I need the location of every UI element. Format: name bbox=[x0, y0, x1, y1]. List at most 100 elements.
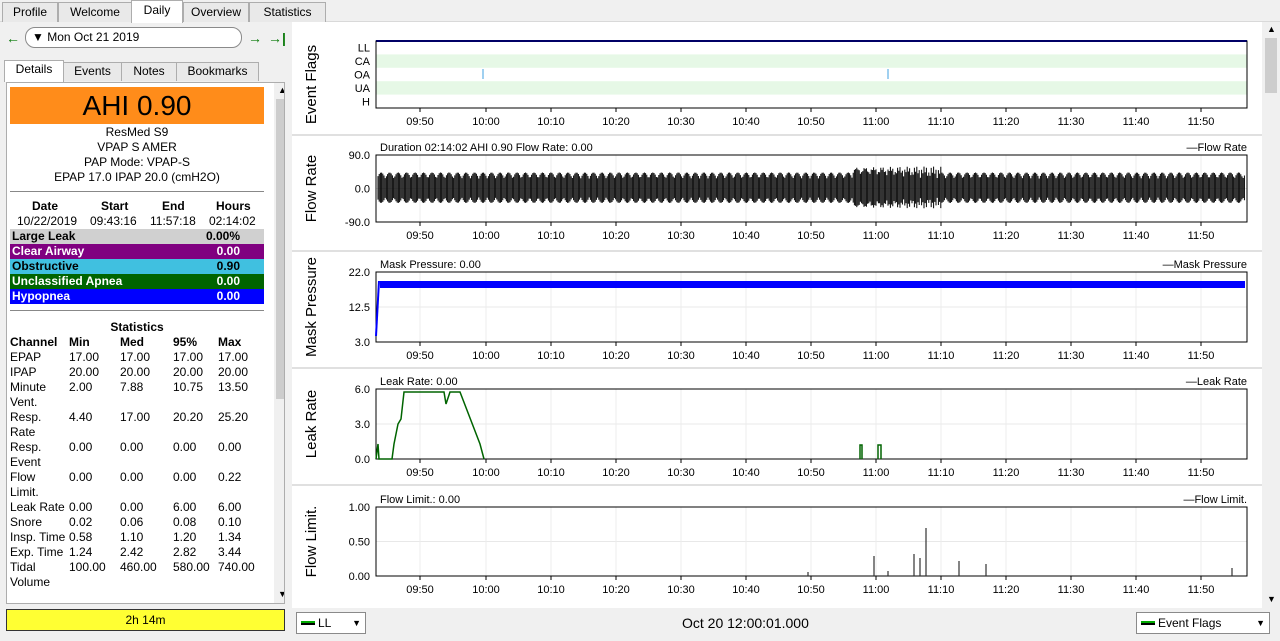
event-band bbox=[376, 81, 1247, 95]
scroll-thumb[interactable] bbox=[276, 99, 284, 399]
x-tick-label: 11:20 bbox=[993, 467, 1020, 479]
stats-cell: 17.00 bbox=[173, 350, 204, 364]
x-tick-label: 09:50 bbox=[406, 230, 434, 242]
x-tick-label: 10:30 bbox=[667, 116, 695, 128]
x-tick-label: 10:40 bbox=[732, 350, 760, 362]
x-tick-label: 11:00 bbox=[863, 350, 890, 362]
tab-daily[interactable]: Daily bbox=[131, 0, 183, 23]
stats-cell: 2.00 bbox=[69, 380, 93, 394]
scroll-up-icon[interactable]: ▲ bbox=[1267, 24, 1276, 34]
date-label: Mon Oct 21 2019 bbox=[47, 30, 140, 44]
stats-cell: 0.00 bbox=[120, 470, 144, 484]
details-scrollbar[interactable]: ▲ ▼ bbox=[274, 83, 284, 603]
cursor-timestamp: Oct 20 12:00:01.000 bbox=[682, 615, 809, 631]
graphs-scrollbar[interactable]: ▲ ▼ bbox=[1262, 22, 1280, 608]
stats-cell: Event bbox=[10, 455, 41, 469]
tab-profile[interactable]: Profile bbox=[2, 2, 58, 22]
tab-welcome[interactable]: Welcome bbox=[58, 2, 132, 22]
x-tick-label: 10:00 bbox=[472, 467, 500, 479]
x-tick-label: 11:20 bbox=[993, 116, 1020, 128]
scroll-up-icon[interactable]: ▲ bbox=[278, 85, 284, 95]
dropdown-arrow-icon: ▼ bbox=[32, 30, 44, 44]
stats-cell: 0.00 bbox=[173, 440, 197, 454]
y-tick-label: 0.50 bbox=[349, 537, 370, 549]
y-tick-label: 0.0 bbox=[355, 184, 370, 196]
x-tick-label: 10:50 bbox=[797, 230, 825, 242]
graph-info: Leak Rate: 0.00 bbox=[380, 376, 458, 388]
color-swatch-icon bbox=[301, 621, 315, 625]
x-tick-label: 10:30 bbox=[667, 230, 695, 242]
subtab-details[interactable]: Details bbox=[4, 60, 64, 82]
divider bbox=[10, 310, 264, 311]
x-tick-label: 10:00 bbox=[472, 116, 500, 128]
stats-cell: 25.20 bbox=[218, 410, 249, 424]
prev-day-button[interactable]: ← bbox=[6, 30, 20, 46]
scroll-thumb[interactable] bbox=[1265, 38, 1277, 93]
statistics-title: Statistics bbox=[110, 320, 164, 334]
stats-cell: 7.88 bbox=[120, 380, 144, 394]
y-tick-label: 22.0 bbox=[349, 267, 370, 279]
x-tick-label: 11:50 bbox=[1188, 116, 1215, 128]
session-end: 11:57:18 bbox=[150, 214, 196, 228]
stats-cell: 17.00 bbox=[218, 350, 249, 364]
x-tick-label: 11:40 bbox=[1123, 584, 1150, 596]
stats-cell: 0.10 bbox=[218, 515, 242, 529]
y-tick-label: 3.0 bbox=[355, 337, 370, 349]
x-tick-label: 11:00 bbox=[863, 584, 890, 596]
stats-cell: Vent. bbox=[10, 395, 38, 409]
stats-header: Med bbox=[120, 335, 144, 349]
x-tick-label: 09:50 bbox=[406, 467, 434, 479]
x-tick-label: 10:00 bbox=[472, 230, 500, 242]
session-date: 10/22/2019 bbox=[17, 214, 78, 228]
date-selector[interactable]: ▼ Mon Oct 21 2019 bbox=[25, 27, 242, 48]
y-tick-label: 12.5 bbox=[349, 302, 370, 314]
session-header-end: End bbox=[162, 199, 185, 213]
x-tick-label: 11:00 bbox=[863, 116, 890, 128]
stats-cell: 0.22 bbox=[218, 470, 242, 484]
stats-cell: 580.00 bbox=[173, 560, 210, 574]
graph-legend: —Leak Rate bbox=[1186, 376, 1247, 388]
stats-cell: Volume bbox=[10, 575, 51, 589]
stats-cell: 6.00 bbox=[173, 500, 197, 514]
stats-cell: 2.82 bbox=[173, 545, 197, 559]
color-swatch-icon bbox=[1141, 621, 1155, 625]
stats-cell: 1.34 bbox=[218, 530, 242, 544]
x-tick-label: 10:50 bbox=[797, 116, 825, 128]
tab-statistics[interactable]: Statistics bbox=[249, 2, 326, 22]
subtab-events[interactable]: Events bbox=[63, 62, 122, 81]
stats-cell: 17.00 bbox=[69, 350, 100, 364]
graph-ylabel: Mask Pressure bbox=[303, 257, 320, 357]
graphs-canvas[interactable]: Event Flags LLCA OAUAH 09:50 10:00 10:10 10:20… bbox=[292, 22, 1262, 608]
stats-header: Max bbox=[218, 335, 242, 349]
x-tick-label: 10:20 bbox=[602, 116, 630, 128]
event-clear-airway: Clear Airway 0.00 bbox=[10, 244, 264, 259]
event-band bbox=[376, 54, 1247, 68]
subtab-notes[interactable]: Notes bbox=[121, 62, 177, 81]
x-tick-label: 10:10 bbox=[537, 350, 565, 362]
x-tick-label: 11:40 bbox=[1123, 230, 1150, 242]
stats-cell: 460.00 bbox=[120, 560, 157, 574]
stats-header: Channel bbox=[10, 335, 58, 349]
x-tick-label: 11:00 bbox=[863, 230, 890, 242]
event-type-combo[interactable]: LL ▼ bbox=[296, 612, 366, 634]
event-hypopnea: Hypopnea 0.00 bbox=[10, 289, 264, 304]
next-day-button[interactable]: → bbox=[248, 30, 262, 46]
x-tick-label: 11:40 bbox=[1123, 350, 1150, 362]
stats-cell: 20.00 bbox=[173, 365, 204, 379]
stats-cell: 4.40 bbox=[69, 410, 93, 424]
stats-cell: 17.00 bbox=[120, 410, 151, 424]
scroll-down-icon[interactable]: ▼ bbox=[278, 589, 284, 599]
scroll-down-icon[interactable]: ▼ bbox=[1267, 594, 1276, 604]
stats-cell: 0.00 bbox=[69, 500, 93, 514]
x-tick-label: 09:50 bbox=[406, 350, 434, 362]
x-tick-label: 10:40 bbox=[732, 230, 760, 242]
tab-overview[interactable]: Overview bbox=[183, 2, 249, 22]
pap-mode: PAP Mode: VPAP-S bbox=[83, 155, 191, 169]
graph-selector-combo[interactable]: Event Flags ▼ bbox=[1136, 612, 1270, 634]
stats-cell: 20.00 bbox=[218, 365, 249, 379]
x-tick-label: 10:10 bbox=[537, 230, 565, 242]
graph-ylabel: Flow Limit. bbox=[303, 506, 320, 578]
subtab-bookmarks[interactable]: Bookmarks bbox=[176, 62, 259, 81]
last-day-button[interactable]: →| bbox=[268, 30, 286, 46]
stats-cell: 0.58 bbox=[69, 530, 93, 544]
